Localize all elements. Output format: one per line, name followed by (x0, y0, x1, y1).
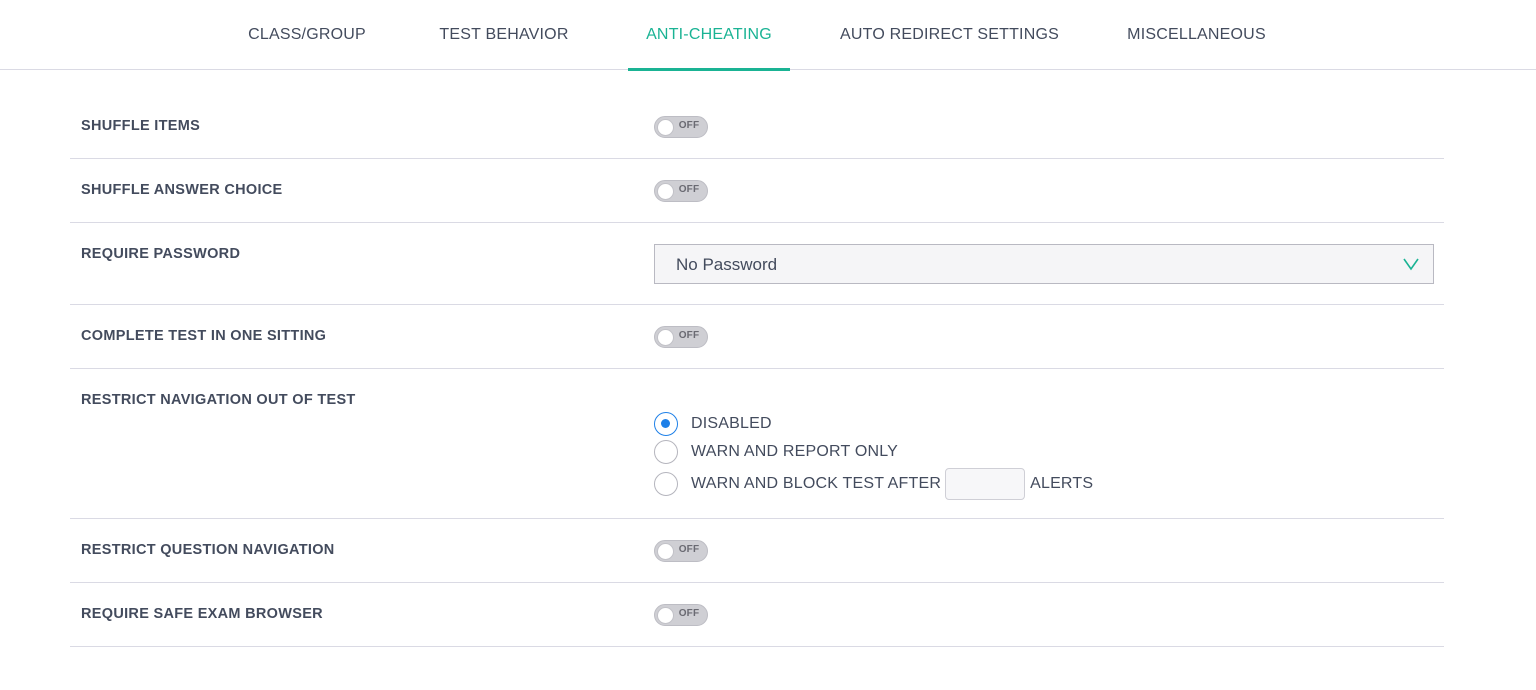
radio-option-warn-and-block: WARN AND BLOCK TEST AFTER ALERTS (654, 468, 1094, 500)
password-select[interactable]: No Password (654, 244, 1434, 284)
toggle-state-text: OFF (678, 330, 700, 341)
toggle-knob (657, 119, 674, 136)
toggle-knob (657, 543, 674, 560)
setting-row-restrict-question-navigation: RESTRICT QUESTION NAVIGATION OFF (70, 519, 1444, 583)
toggle-state-text: OFF (678, 544, 700, 555)
restrict-navigation-label: RESTRICT NAVIGATION OUT OF TEST (81, 392, 356, 408)
chevron-down-icon (1403, 258, 1419, 271)
setting-row-complete-in-one-sitting: COMPLETE TEST IN ONE SITTING OFF (70, 305, 1444, 369)
setting-row-require-password: REQUIRE PASSWORD No Password (70, 223, 1444, 305)
restrict-question-navigation-toggle[interactable]: OFF (654, 540, 708, 562)
shuffle-answer-choice-label: SHUFFLE ANSWER CHOICE (81, 182, 283, 198)
disabled-radio[interactable] (654, 412, 678, 436)
shuffle-items-label: SHUFFLE ITEMS (81, 118, 201, 134)
radio-label: WARN AND REPORT ONLY (691, 443, 898, 460)
toggle-state-text: OFF (678, 608, 700, 619)
radio-label: DISABLED (691, 415, 772, 432)
toggle-knob (657, 329, 674, 346)
setting-row-shuffle-items: SHUFFLE ITEMS OFF (70, 95, 1444, 159)
radio-option-disabled: DISABLED (654, 412, 772, 436)
tab-class-group[interactable]: CLASS/GROUP (233, 0, 381, 70)
shuffle-items-toggle[interactable]: OFF (654, 116, 708, 138)
shuffle-answer-choice-toggle[interactable]: OFF (654, 180, 708, 202)
toggle-state-text: OFF (678, 184, 700, 195)
alerts-count-input[interactable] (945, 468, 1026, 500)
require-safe-exam-browser-label: REQUIRE SAFE EXAM BROWSER (81, 606, 323, 622)
setting-row-restrict-navigation: RESTRICT NAVIGATION OUT OF TEST DISABLED… (70, 369, 1444, 519)
tab-miscellaneous[interactable]: MISCELLANEOUS (1113, 0, 1280, 70)
tab-test-behavior[interactable]: TEST BEHAVIOR (426, 0, 582, 70)
require-password-label: REQUIRE PASSWORD (81, 246, 241, 262)
require-safe-exam-browser-toggle[interactable]: OFF (654, 604, 708, 626)
radio-option-warn-and-report: WARN AND REPORT ONLY (654, 440, 898, 464)
restrict-question-navigation-label: RESTRICT QUESTION NAVIGATION (81, 542, 335, 558)
toggle-state-text: OFF (678, 120, 700, 131)
settings-tabs: CLASS/GROUP TEST BEHAVIOR ANTI-CHEATING … (0, 0, 1536, 71)
radio-label: WARN AND BLOCK TEST AFTER (691, 475, 942, 492)
tab-anti-cheating[interactable]: ANTI-CHEATING (628, 0, 790, 71)
setting-row-shuffle-answer-choice: SHUFFLE ANSWER CHOICE OFF (70, 159, 1444, 223)
alerts-suffix-label: ALERTS (1030, 475, 1094, 492)
warn-and-report-radio[interactable] (654, 440, 678, 464)
setting-row-require-safe-exam-browser: REQUIRE SAFE EXAM BROWSER OFF (70, 583, 1444, 647)
complete-in-one-sitting-label: COMPLETE TEST IN ONE SITTING (81, 328, 327, 344)
toggle-knob (657, 607, 674, 624)
tab-auto-redirect-settings[interactable]: AUTO REDIRECT SETTINGS (832, 0, 1067, 70)
warn-and-block-radio[interactable] (654, 472, 678, 496)
password-select-value: No Password (676, 255, 778, 274)
complete-in-one-sitting-toggle[interactable]: OFF (654, 326, 708, 348)
toggle-knob (657, 183, 674, 200)
